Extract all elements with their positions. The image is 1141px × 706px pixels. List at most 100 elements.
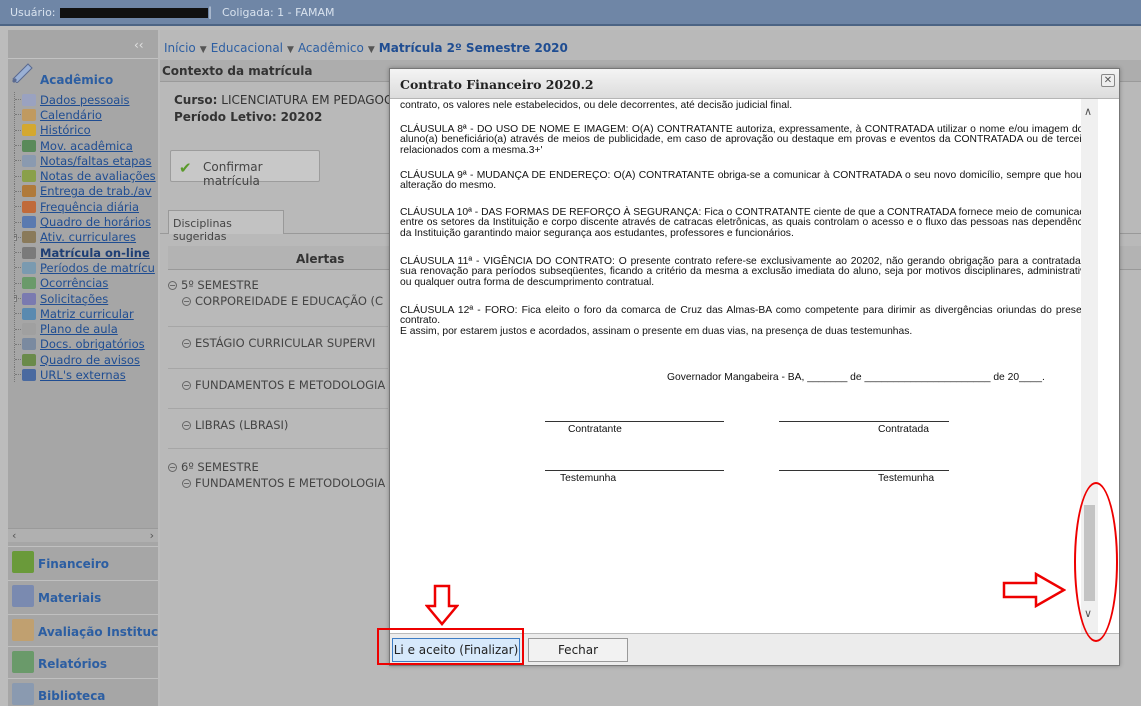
close-dialog-button[interactable]: Fechar xyxy=(528,638,628,662)
signature-label: Contratante xyxy=(568,424,622,435)
collapse-icon[interactable]: − xyxy=(182,297,191,306)
collapse-icon[interactable]: − xyxy=(182,479,191,488)
scroll-left-icon[interactable]: ‹ xyxy=(12,529,16,542)
row-label: CORPOREIDADE E EDUCAÇÃO (C xyxy=(195,294,384,308)
sidebar-item-label: Dados pessoais xyxy=(40,92,130,107)
tab-label: Disciplinas sugeridas xyxy=(173,217,232,243)
sidebar-item[interactable]: + Ativ. curriculares xyxy=(14,229,158,245)
notice-icon xyxy=(22,353,36,366)
movement-icon xyxy=(22,139,36,152)
sidebar-section[interactable]: Relatórios xyxy=(8,646,158,678)
breadcrumb-item[interactable]: Educacional xyxy=(211,41,283,55)
date-line: Governador Mangabeira - BA, _______ de _… xyxy=(667,372,1045,383)
scroll-up-icon[interactable]: ∧ xyxy=(1084,105,1092,118)
expand-icon[interactable]: + xyxy=(14,294,17,302)
signature-label: Testemunha xyxy=(878,473,935,484)
sidebar-section[interactable]: Biblioteca xyxy=(8,678,158,706)
sidebar-section-label: Avaliação Institucio xyxy=(38,625,158,639)
scroll-right-icon[interactable]: › xyxy=(150,529,154,542)
collapse-sidebar-button[interactable]: ‹‹ xyxy=(134,38,144,52)
course-row[interactable]: − ESTÁGIO CURRICULAR SUPERVI xyxy=(182,336,375,350)
collapse-icon[interactable]: − xyxy=(168,463,177,472)
sidebar-section-label: Financeiro xyxy=(38,557,110,571)
alerts-column-header[interactable]: Alertas xyxy=(296,252,344,266)
sidebar-section[interactable]: Avaliação Institucio xyxy=(8,614,158,646)
sidebar-item[interactable]: Mov. acadêmica xyxy=(14,138,158,154)
clause-11: CLÁUSULA 11ª - VIGÊNCIA DO CONTRATO: O p… xyxy=(400,256,1096,288)
sidebar-item[interactable]: Ocorrências xyxy=(14,275,158,291)
sidebar-item[interactable]: Quadro de avisos xyxy=(14,352,158,368)
sidebar-item-label: Ativ. curriculares xyxy=(40,230,137,245)
sidebar-item[interactable]: Calendário xyxy=(14,107,158,123)
clause-12: CLÁUSULA 12ª - FORO: Fica eleito o foro … xyxy=(400,305,1096,327)
sidebar-item-label: Mov. acadêmica xyxy=(40,138,133,153)
dialog-title: Contrato Financeiro 2020.2 xyxy=(400,77,594,92)
contract-text-area[interactable]: contrato, os valores nele estabelecidos,… xyxy=(390,99,1119,633)
signature-line xyxy=(545,421,724,422)
sidebar-item[interactable]: Plano de aula xyxy=(14,321,158,337)
course-row[interactable]: − LIBRAS (LBRASI) xyxy=(182,418,288,432)
sidebar-item[interactable]: Frequência diária xyxy=(14,199,158,215)
collapse-icon[interactable]: − xyxy=(182,421,191,430)
tree-connector xyxy=(14,245,22,261)
collapse-icon[interactable]: − xyxy=(182,381,191,390)
sidebar-item[interactable]: Entrega de trab./av xyxy=(14,183,158,199)
check-icon: ✔ xyxy=(179,159,192,177)
arrow-right-icon xyxy=(1002,572,1066,608)
sidebar-module-header[interactable]: Acadêmico xyxy=(8,58,158,92)
collapse-icon[interactable]: − xyxy=(168,281,177,290)
tab-suggested-courses[interactable]: Disciplinas sugeridas xyxy=(168,210,284,243)
chevron-down-icon[interactable]: ▼ xyxy=(200,45,207,55)
row-label: LIBRAS (LBRASI) xyxy=(195,418,289,432)
sidebar-item-label: Quadro de horários xyxy=(40,215,151,230)
sidebar-item[interactable]: Períodos de matrícu xyxy=(14,260,158,276)
tree-connector xyxy=(14,92,22,108)
activities-icon xyxy=(22,231,36,244)
row-label: ESTÁGIO CURRICULAR SUPERVI xyxy=(195,336,376,350)
sidebar-item[interactable]: Docs. obrigatórios xyxy=(14,336,158,352)
collapse-icon[interactable]: − xyxy=(182,339,191,348)
chevron-down-icon[interactable]: ▼ xyxy=(368,45,375,55)
course-row[interactable]: − FUNDAMENTOS E METODOLOGIA xyxy=(182,378,385,392)
breadcrumb-item[interactable]: Início xyxy=(164,41,196,55)
sidebar-item[interactable]: URL's externas xyxy=(14,367,158,383)
sidebar-item[interactable]: Notas de avaliações xyxy=(14,168,158,184)
sidebar-section[interactable]: Materiais xyxy=(8,580,158,612)
tree-connector xyxy=(14,153,22,169)
course-row[interactable]: − CORPOREIDADE E EDUCAÇÃO (C xyxy=(182,294,383,308)
row-label: FUNDAMENTOS E METODOLOGIA xyxy=(195,476,386,490)
contract-paragraph: contrato, os valores nele estabelecidos,… xyxy=(400,100,793,111)
course-row[interactable]: − FUNDAMENTOS E METODOLOGIA xyxy=(182,476,385,490)
semester-group-row[interactable]: −6º SEMESTRE xyxy=(168,460,259,474)
breadcrumb: Início ▼ Educacional ▼ Acadêmico ▼ Matrícula 2… xyxy=(164,41,568,55)
tree-connector xyxy=(14,199,22,215)
confirm-enrollment-label: Confirmar matrícula xyxy=(203,160,263,188)
sidebar-section[interactable]: Financeiro xyxy=(8,546,158,578)
confirm-enrollment-button[interactable]: ✔ Confirmar matrícula xyxy=(170,150,320,188)
tree-connector xyxy=(14,122,22,138)
money-icon xyxy=(12,551,34,573)
sidebar-item[interactable]: Matrícula on-line xyxy=(14,245,158,261)
sidebar-section-label: Materiais xyxy=(38,591,102,605)
sidebar-item[interactable]: Notas/faltas etapas xyxy=(14,153,158,169)
breadcrumb-item[interactable]: Acadêmico xyxy=(298,41,364,55)
tree-connector xyxy=(14,107,22,123)
signature-label: Testemunha xyxy=(560,473,617,484)
sidebar-horizontal-scrollbar[interactable]: ‹ › xyxy=(8,528,158,542)
sidebar-item[interactable]: Dados pessoais xyxy=(14,92,158,108)
user-name-redacted xyxy=(60,8,208,18)
sidebar-item[interactable]: + Solicitações xyxy=(14,291,158,306)
sidebar-item-label: Períodos de matrícu xyxy=(40,260,155,275)
expand-icon[interactable]: + xyxy=(14,233,17,241)
chevron-down-icon[interactable]: ▼ xyxy=(287,45,294,55)
tree-connector xyxy=(14,214,22,230)
sidebar-item[interactable]: Histórico xyxy=(14,122,158,138)
tree-connector xyxy=(14,260,22,276)
close-icon[interactable]: ✕ xyxy=(1101,74,1115,87)
sidebar-item[interactable]: Quadro de horários xyxy=(14,214,158,230)
clause-9: CLÁUSULA 9ª - MUDANÇA DE ENDEREÇO: O(A) … xyxy=(400,170,1096,192)
sidebar-item-label: Notas/faltas etapas xyxy=(40,153,152,168)
semester-group-row[interactable]: −5º SEMESTRE xyxy=(168,278,259,292)
sidebar: ‹‹ Acadêmico Dados pessoais Calendário His… xyxy=(8,30,158,706)
sidebar-item[interactable]: Matriz curricular xyxy=(14,306,158,322)
